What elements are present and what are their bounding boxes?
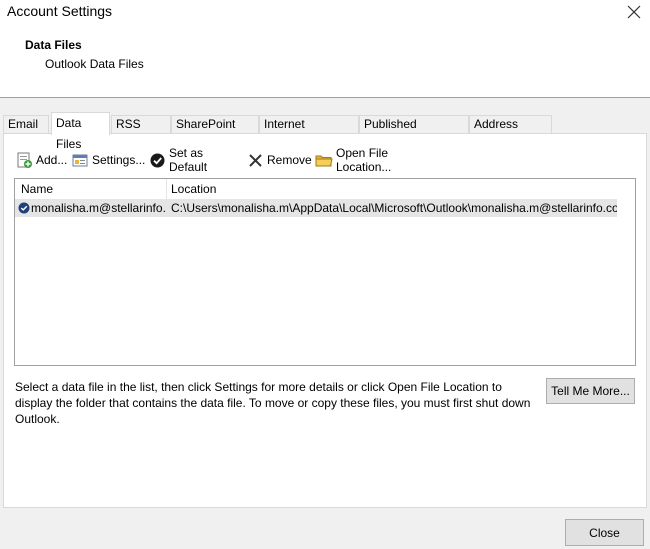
tab-published-calendars[interactable]: Published Calendars bbox=[359, 115, 469, 148]
close-icon bbox=[627, 5, 641, 19]
add-file-icon bbox=[16, 152, 33, 169]
table-row[interactable]: monalisha.m@stellarinfo... C:\Users\mona… bbox=[15, 199, 617, 217]
close-button[interactable]: Close bbox=[565, 519, 644, 546]
checkmark-circle-icon bbox=[149, 152, 166, 169]
remove-button[interactable]: Remove bbox=[247, 149, 312, 171]
title-bar: Account Settings bbox=[0, 0, 650, 28]
add-label: Add... bbox=[36, 153, 68, 167]
open-file-location-button[interactable]: Open File Location... bbox=[315, 146, 392, 174]
remove-x-icon bbox=[247, 152, 264, 169]
column-divider[interactable] bbox=[166, 179, 167, 199]
settings-button[interactable]: Settings... bbox=[72, 149, 145, 171]
header-subtitle: Outlook Data Files bbox=[45, 57, 144, 71]
tab-rss-feeds[interactable]: RSS Feeds bbox=[111, 115, 171, 148]
window-title: Account Settings bbox=[7, 3, 113, 19]
tell-me-more-button[interactable]: Tell Me More... bbox=[546, 378, 635, 404]
header-title: Data Files bbox=[25, 38, 82, 52]
set-as-default-label: Set as Default bbox=[169, 146, 208, 174]
column-header-location[interactable]: Location bbox=[171, 182, 216, 196]
column-header-name[interactable]: Name bbox=[21, 182, 53, 196]
tab-internet-calendars[interactable]: Internet Calendars bbox=[259, 115, 359, 148]
header-area: Data Files Outlook Data Files bbox=[0, 28, 650, 98]
data-files-list[interactable]: Name Location monalisha.m@stellarinfo...… bbox=[14, 178, 636, 366]
tab-email[interactable]: Email bbox=[3, 115, 49, 134]
help-text: Select a data file in the list, then cli… bbox=[15, 380, 531, 426]
close-window-button[interactable] bbox=[620, 0, 648, 24]
default-check-icon bbox=[18, 202, 30, 217]
row-location: C:\Users\monalisha.m\AppData\Local\Micro… bbox=[171, 201, 617, 215]
folder-icon bbox=[315, 152, 333, 169]
list-header: Name Location bbox=[15, 179, 635, 199]
set-as-default-button[interactable]: Set as Default bbox=[149, 146, 208, 174]
open-file-location-label: Open File Location... bbox=[336, 146, 392, 174]
remove-label: Remove bbox=[267, 153, 312, 167]
tab-data-files[interactable]: Data Files bbox=[51, 112, 110, 151]
data-files-panel: Add... Settings... Set as Default Remove… bbox=[3, 133, 647, 508]
tab-sharepoint-lists[interactable]: SharePoint Lists bbox=[171, 115, 259, 148]
tab-address-books[interactable]: Address Books bbox=[469, 115, 552, 148]
settings-label: Settings... bbox=[92, 153, 146, 167]
row-name: monalisha.m@stellarinfo... bbox=[31, 201, 165, 215]
